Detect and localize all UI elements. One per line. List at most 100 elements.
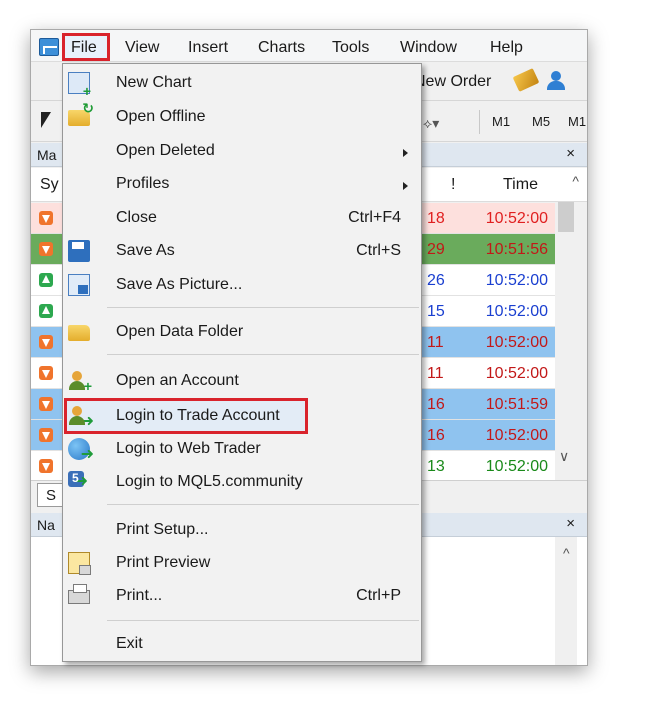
menu-item-profiles[interactable]: Profiles — [63, 168, 421, 200]
menu-item-label: Save As — [116, 242, 175, 259]
menu-separator — [107, 620, 419, 621]
column-time[interactable]: Time — [503, 176, 538, 194]
community-icon[interactable] — [547, 71, 571, 91]
login-account-icon: ➜ — [68, 405, 94, 430]
row-time-value: 10:52:00 — [485, 334, 548, 351]
open-account-icon: + — [68, 370, 92, 394]
menu-help[interactable]: Help — [490, 39, 523, 57]
menu-item-login-trade-account[interactable]: ➜ Login to Trade Account — [63, 400, 421, 432]
row-time-value: 10:52:00 — [485, 458, 548, 475]
timeframe-m1-button[interactable]: M1 — [492, 114, 510, 129]
row-time-value: 10:52:00 — [485, 427, 548, 444]
menu-item-label: Login to Trade Account — [116, 407, 280, 424]
menu-item-close[interactable]: Close Ctrl+F4 — [63, 202, 421, 234]
price-down-icon — [39, 366, 53, 380]
menu-item-open-offline[interactable]: Open Offline — [63, 100, 421, 133]
indicators-dropdown-icon[interactable]: ⟡▾ — [423, 115, 439, 132]
price-down-icon — [39, 211, 53, 225]
mql5-icon: ➜ — [68, 471, 88, 490]
price-down-icon — [39, 397, 53, 411]
menu-file[interactable]: File — [71, 39, 97, 57]
menu-item-save-as-picture[interactable]: Save As Picture... — [63, 269, 421, 301]
menu-item-open-deleted[interactable]: Open Deleted — [63, 135, 421, 167]
menu-item-label: Open Data Folder — [116, 323, 244, 340]
menu-item-print[interactable]: Print... Ctrl+P — [63, 580, 421, 612]
menu-item-login-mql5[interactable]: ➜ Login to MQL5.community — [63, 466, 421, 498]
submenu-arrow-icon — [403, 182, 408, 190]
navigator-title: Na — [37, 517, 55, 533]
menu-item-open-account[interactable]: + Open an Account — [63, 365, 421, 397]
menu-item-label: Open Offline — [116, 108, 206, 125]
menu-bar: File View Insert Charts Tools Window Hel… — [31, 30, 587, 62]
folder-icon — [68, 325, 90, 341]
menu-item-label: Login to Web Trader — [116, 440, 261, 457]
metaeditor-icon[interactable] — [512, 68, 540, 92]
menu-item-new-chart[interactable]: New Chart — [63, 67, 421, 99]
toolbar-separator — [479, 110, 480, 134]
price-up-icon — [39, 304, 53, 318]
menu-item-label: Profiles — [116, 175, 170, 192]
menu-item-print-setup[interactable]: Print Setup... — [63, 514, 421, 546]
menu-item-label: Login to MQL5.community — [116, 473, 303, 490]
row-spread-value: 15 — [427, 303, 445, 320]
navigator-scrollbar[interactable]: ^ — [555, 537, 577, 665]
timeframe-m15-button[interactable]: M1 — [568, 114, 586, 129]
price-up-icon — [39, 273, 53, 287]
new-chart-icon — [68, 72, 91, 99]
row-time-value: 10:52:00 — [485, 365, 548, 382]
save-icon — [68, 240, 90, 262]
timeframe-m5-button[interactable]: M5 — [532, 114, 550, 129]
row-time-value: 10:52:00 — [485, 272, 548, 289]
row-time-value: 10:52:00 — [485, 210, 548, 227]
row-spread-value: 18 — [427, 210, 445, 227]
price-down-icon — [39, 335, 53, 349]
menu-item-label: Print Setup... — [116, 521, 209, 538]
shortcut-label: Ctrl+F4 — [348, 209, 401, 226]
menu-tools[interactable]: Tools — [332, 39, 369, 57]
navigator-close-icon[interactable]: × — [566, 515, 575, 532]
market-watch-scrollbar[interactable] — [555, 202, 577, 480]
menu-separator — [107, 354, 419, 355]
menu-separator — [107, 504, 419, 505]
menu-item-print-preview[interactable]: Print Preview — [63, 547, 421, 579]
row-spread-value: 16 — [427, 427, 445, 444]
menu-item-login-web-trader[interactable]: ➜ Login to Web Trader — [63, 433, 421, 465]
row-spread-value: 13 — [427, 458, 445, 475]
new-order-button[interactable]: New Order — [414, 73, 491, 91]
print-preview-icon — [68, 552, 91, 575]
menu-item-exit[interactable]: Exit — [63, 628, 421, 660]
row-spread-value: 26 — [427, 272, 445, 289]
open-offline-icon — [68, 100, 94, 126]
row-spread-value: 11 — [427, 365, 444, 382]
shortcut-label: Ctrl+P — [356, 587, 401, 604]
scroll-up-icon[interactable]: ^ — [572, 173, 579, 189]
save-picture-icon — [68, 274, 90, 296]
navigator-scroll-up-icon[interactable]: ^ — [563, 545, 570, 561]
menu-insert[interactable]: Insert — [188, 39, 228, 57]
row-spread-value: 11 — [427, 334, 444, 351]
row-spread-value: 16 — [427, 396, 445, 413]
scroll-thumb[interactable] — [558, 202, 574, 232]
menu-window[interactable]: Window — [400, 39, 457, 57]
menu-item-label: Close — [116, 209, 157, 226]
menu-item-save-as[interactable]: Save As Ctrl+S — [63, 235, 421, 267]
printer-icon — [68, 584, 90, 604]
row-time-value: 10:52:00 — [485, 303, 548, 320]
row-spread-value: 29 — [427, 241, 445, 258]
menu-item-label: Exit — [116, 635, 143, 652]
column-symbol[interactable]: Sy — [40, 176, 59, 194]
market-watch-close-icon[interactable]: × — [566, 145, 575, 162]
menu-item-open-data-folder[interactable]: Open Data Folder — [63, 316, 421, 348]
row-time-value: 10:51:59 — [485, 396, 548, 413]
menu-item-label: New Chart — [116, 74, 192, 91]
menu-item-label: Open an Account — [116, 372, 239, 389]
price-down-icon — [39, 428, 53, 442]
menu-view[interactable]: View — [125, 39, 159, 57]
cursor-tool-icon[interactable] — [39, 112, 53, 132]
column-spread[interactable]: ! — [451, 176, 455, 194]
scroll-down-icon[interactable]: ∨ — [559, 448, 569, 465]
menu-charts[interactable]: Charts — [258, 39, 305, 57]
menu-item-label: Print Preview — [116, 554, 211, 571]
app-logo-icon — [39, 38, 59, 56]
row-time-value: 10:51:56 — [485, 241, 548, 258]
